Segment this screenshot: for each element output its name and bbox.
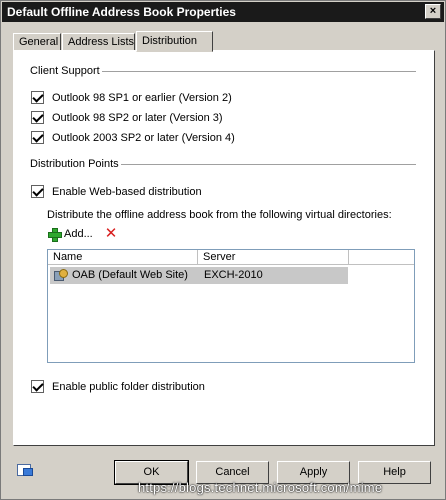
remove-x-icon[interactable]: ✕ [105, 226, 118, 241]
row-name-cell: OAB (Default Web Site) [72, 269, 188, 281]
tab-distribution[interactable]: Distribution [136, 31, 213, 52]
add-button-label: Add... [64, 228, 93, 240]
row-server-cell: EXCH-2010 [204, 269, 263, 281]
checkbox-row-public-folder[interactable]: Enable public folder distribution [31, 380, 205, 393]
client-support-divider [102, 71, 416, 73]
properties-help-icon[interactable] [17, 462, 35, 478]
web-site-icon [54, 269, 68, 282]
distribution-points-divider [121, 164, 416, 166]
checkbox-label-version-4: Outlook 2003 SP2 or later (Version 4) [52, 131, 235, 144]
plus-icon [47, 227, 62, 242]
distribution-points-label: Distribution Points [30, 158, 119, 170]
close-button[interactable]: × [425, 4, 441, 19]
checkbox-version-4[interactable] [31, 131, 44, 144]
checkbox-version-3[interactable] [31, 111, 44, 124]
watermark-text: https://blogs.technet.microsoft.com/mime [138, 480, 383, 495]
virtual-directories-description: Distribute the offline address book from… [47, 209, 392, 221]
checkbox-public-folder[interactable] [31, 380, 44, 393]
checkbox-row-web-based[interactable]: Enable Web-based distribution [31, 185, 202, 198]
title-bar[interactable]: Default Offline Address Book Properties … [2, 2, 444, 22]
client-support-label: Client Support [30, 65, 100, 77]
checkbox-label-web-based: Enable Web-based distribution [52, 185, 202, 198]
checkbox-row-version-2[interactable]: Outlook 98 SP1 or earlier (Version 2) [31, 91, 232, 104]
list-header: Name Server [48, 250, 414, 265]
dialog-window: Default Offline Address Book Properties … [0, 0, 446, 500]
virtual-directories-list[interactable]: Name Server OAB (Default Web Site) EXCH-… [47, 249, 415, 363]
column-header-server[interactable]: Server [198, 250, 349, 265]
checkbox-label-public-folder: Enable public folder distribution [52, 380, 205, 393]
column-header-name[interactable]: Name [48, 250, 198, 265]
window-title: Default Offline Address Book Properties [7, 5, 236, 19]
checkbox-version-2[interactable] [31, 91, 44, 104]
checkbox-label-version-2: Outlook 98 SP1 or earlier (Version 2) [52, 91, 232, 104]
checkbox-web-based[interactable] [31, 185, 44, 198]
tab-address-lists[interactable]: Address Lists [62, 33, 135, 51]
checkbox-label-version-3: Outlook 98 SP2 or later (Version 3) [52, 111, 223, 124]
tab-general[interactable]: General [13, 33, 61, 51]
checkbox-row-version-4[interactable]: Outlook 2003 SP2 or later (Version 4) [31, 131, 235, 144]
add-button[interactable]: Add... [47, 227, 93, 242]
virtual-directories-toolbar: Add... ✕ [47, 225, 117, 243]
list-row[interactable]: OAB (Default Web Site) EXCH-2010 [50, 267, 348, 284]
checkbox-row-version-3[interactable]: Outlook 98 SP2 or later (Version 3) [31, 111, 223, 124]
